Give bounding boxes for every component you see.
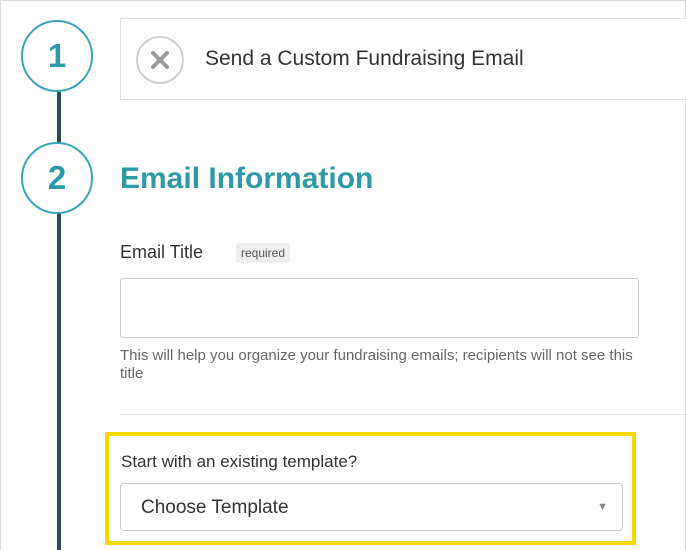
required-badge: required: [236, 243, 291, 263]
step-1-indicator: 1: [21, 20, 93, 92]
email-title-label: Email Title: [120, 242, 204, 262]
email-title-input[interactable]: [120, 278, 639, 338]
step-2-indicator: 2: [21, 142, 93, 214]
template-select-value: Choose Template: [141, 497, 289, 518]
section-title: Email Information: [120, 162, 374, 195]
step-1-number: 1: [47, 37, 67, 74]
collapsed-step-card[interactable]: Send a Custom Fundraising Email: [120, 18, 687, 100]
step-2-number: 2: [47, 159, 67, 196]
template-select[interactable]: Choose Template ▼: [120, 483, 623, 531]
template-label: Start with an existing template?: [121, 452, 358, 471]
close-icon: [151, 51, 169, 69]
section-divider: [120, 414, 687, 415]
page: 1 Send a Custom Fundraising Email 2 Emai…: [0, 0, 687, 550]
email-title-help-text: This will help you organize your fundrai…: [120, 347, 633, 382]
remove-step-button[interactable]: [136, 36, 184, 84]
chevron-down-icon: ▼: [597, 501, 608, 513]
collapsed-step-title: Send a Custom Fundraising Email: [205, 47, 524, 70]
